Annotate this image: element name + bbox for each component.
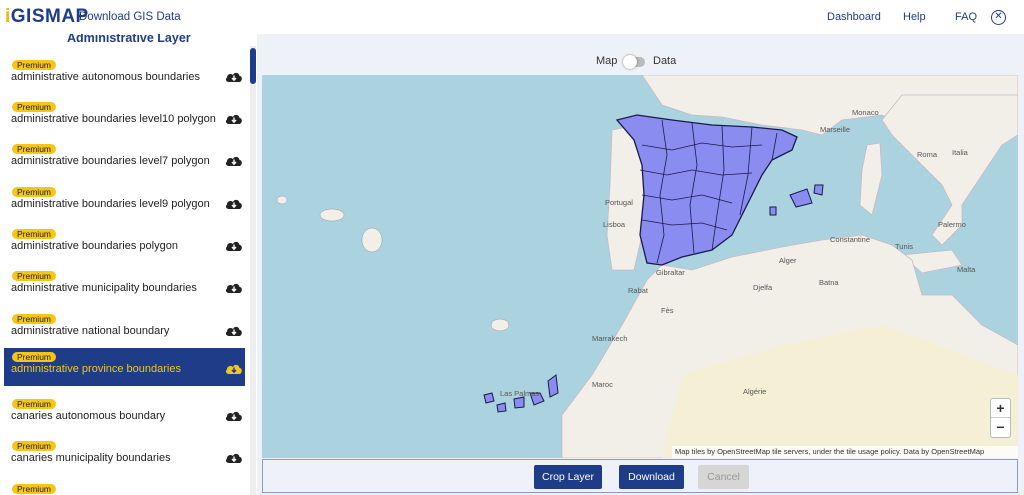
layer-item[interactable]: Premium administrative boundaries level10… — [4, 98, 245, 136]
sidebar-scrollbar[interactable] — [250, 46, 256, 495]
premium-badge: Premium — [12, 484, 57, 494]
layer-label: administrative autonomous boundaries — [11, 71, 200, 83]
cloud-download-icon[interactable] — [225, 239, 243, 251]
map-label-lisboa: Lisboa — [603, 220, 626, 229]
layer-item[interactable]: Premium administrative boundaries level9 … — [4, 183, 245, 221]
map-label-las-palmas: Las Palmas — [500, 389, 540, 398]
cloud-download-icon[interactable] — [225, 112, 243, 124]
map-label-tunis: Tunis — [895, 242, 914, 251]
toggle-map-label: Map — [596, 55, 618, 67]
map-label-algerie: Algérie — [743, 387, 767, 396]
premium-badge: Premium — [12, 144, 57, 154]
layer-label: administrative province boundaries — [11, 363, 181, 375]
nav-dashboard[interactable]: Dashboard — [827, 11, 881, 23]
spain-provinces — [615, 114, 798, 266]
toggle-switch[interactable] — [623, 55, 645, 69]
zoom-in-button[interactable]: + — [991, 399, 1010, 418]
map-label-constantine: Constantine — [830, 235, 871, 244]
map-label-malta: Malta — [957, 265, 976, 274]
close-icon[interactable]: ✕ — [991, 10, 1006, 25]
layer-item[interactable]: Premium administrative municipality bound… — [4, 267, 245, 305]
app-title: Download GIS Data — [79, 11, 181, 23]
zoom-out-button[interactable]: − — [991, 418, 1010, 437]
cloud-download-icon[interactable] — [225, 197, 243, 209]
balearic-islands — [769, 184, 824, 216]
layer-item[interactable]: Premium administrative province boundarie… — [4, 348, 245, 386]
sidebar-title: Administrative Layer — [67, 34, 191, 45]
cancel-button[interactable]: Cancel — [698, 465, 749, 489]
premium-badge: Premium — [12, 271, 57, 281]
map-label-gibraltar: Gibraltar — [656, 268, 685, 277]
layer-item[interactable]: Premiumcanaries provincial boundaries — [4, 480, 245, 495]
top-bar: iGISMAP Download GIS Data Dashboard Help… — [0, 0, 1024, 34]
premium-badge: Premium — [12, 352, 57, 362]
sidebar-scroll-thumb[interactable] — [250, 48, 256, 84]
layer-item[interactable]: Premium administrative national boundary — [4, 310, 245, 348]
map-label-alger: Alger — [779, 256, 797, 265]
layer-label: administrative municipality boundaries — [11, 282, 197, 294]
map-label-portugal: Portugal — [605, 198, 633, 207]
premium-badge: Premium — [12, 187, 57, 197]
layer-item[interactable]: Premium administrative autonomous boundar… — [4, 56, 245, 94]
cloud-download-icon[interactable] — [225, 281, 243, 293]
layer-item[interactable]: Premium administrative boundaries polygon — [4, 225, 245, 263]
premium-badge: Premium — [12, 102, 57, 112]
map-label-palermo: Palermo — [938, 220, 966, 229]
layer-label: administrative boundaries level10 polygo… — [11, 113, 216, 125]
island-madeira — [490, 318, 510, 332]
map-label-batna: Batna — [819, 278, 839, 287]
layer-label: administrative boundaries polygon — [11, 240, 178, 252]
cloud-download-icon[interactable] — [225, 324, 243, 336]
land-sardinia — [859, 142, 883, 216]
layer-label: administrative boundaries level7 polygon — [11, 155, 210, 167]
toggle-data-label: Data — [653, 55, 677, 67]
crop-layer-button[interactable]: Crop Layer — [534, 465, 602, 489]
cloud-download-icon[interactable] — [225, 154, 243, 166]
nav-faq[interactable]: FAQ — [955, 11, 977, 23]
island-azores-1 — [276, 195, 288, 205]
layer-item[interactable]: Premium canaries municipality boundaries — [4, 437, 245, 475]
layer-item[interactable]: Premium administrative boundaries level7 … — [4, 140, 245, 178]
layer-label: administrative boundaries level9 polygon — [11, 198, 210, 210]
map-label-marseille: Marseille — [820, 125, 851, 134]
cloud-download-icon[interactable] — [225, 409, 243, 421]
map-view[interactable]: Marseille Monaco Roma Italia Portugal Li… — [262, 75, 1018, 458]
premium-badge: Premium — [12, 60, 57, 70]
layer-label: canaries autonomous boundary — [11, 410, 166, 422]
map-label-fes: Fès — [661, 306, 674, 315]
map-label-maroc: Maroc — [592, 380, 613, 389]
premium-badge: Premium — [12, 314, 57, 324]
map-label-italia: Italia — [952, 148, 968, 157]
layer-label: canaries municipality boundaries — [11, 452, 171, 464]
toggle-knob[interactable] — [623, 55, 637, 69]
layer-label: administrative national boundary — [11, 325, 170, 337]
island-azores-2 — [319, 208, 345, 222]
cloud-download-icon[interactable] — [225, 362, 243, 374]
map-label-monaco: Monaco — [852, 108, 879, 117]
cloud-download-icon[interactable] — [225, 70, 243, 82]
island-azores-3 — [361, 227, 383, 253]
map-label-marrakech: Marrakech — [592, 334, 628, 343]
layer-sidebar: Administrative Layer Premium administrati… — [0, 34, 252, 495]
download-button[interactable]: Download — [619, 465, 684, 489]
map-canvas — [276, 75, 1018, 458]
map-label-djelfa: Djelfa — [753, 283, 773, 292]
zoom-control: + − — [990, 398, 1011, 438]
premium-badge: Premium — [12, 399, 57, 409]
gismap-logo[interactable]: iGISMAP — [5, 6, 89, 28]
cloud-download-icon[interactable] — [225, 451, 243, 463]
nav-help[interactable]: Help — [903, 11, 926, 23]
map-attribution: Map tiles by OpenStreetMap tile servers,… — [672, 446, 1018, 458]
layer-item[interactable]: Premium canaries autonomous boundary — [4, 395, 245, 433]
premium-badge: Premium — [12, 441, 57, 451]
map-label-roma: Roma — [917, 150, 938, 159]
map-label-rabat: Rabat — [628, 286, 649, 295]
premium-badge: Premium — [12, 229, 57, 239]
